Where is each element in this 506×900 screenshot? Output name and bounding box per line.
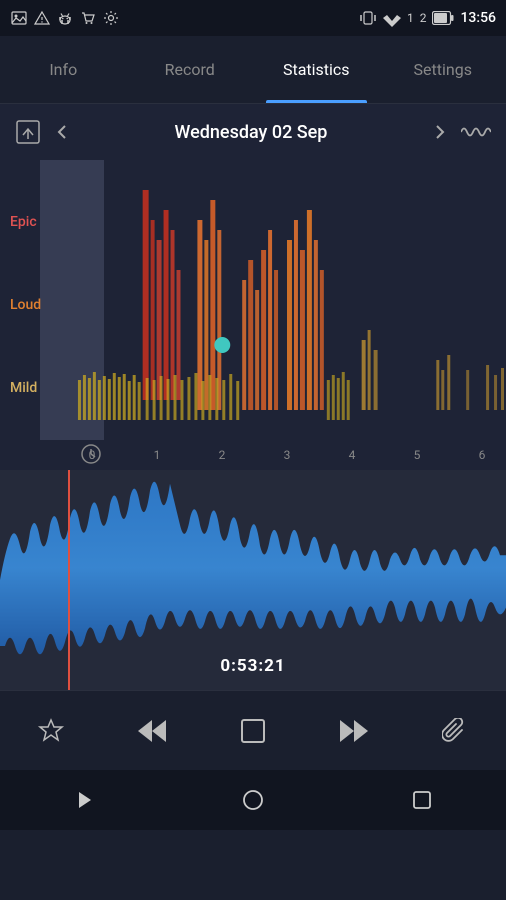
tab-bar: Info Record Statistics Settings <box>0 36 506 104</box>
home-button[interactable] <box>228 775 278 825</box>
playback-position-line <box>68 470 70 690</box>
attach-button[interactable] <box>429 705 481 757</box>
prev-date-button[interactable] <box>44 114 80 150</box>
status-icons-left <box>10 9 120 27</box>
stop-button[interactable] <box>227 705 279 757</box>
x-label-6: 6 <box>468 448 496 462</box>
status-bar: 1 2 13:56 <box>0 0 506 36</box>
chart-area: Epic Loud Mild <box>0 160 506 470</box>
tab-settings[interactable]: Settings <box>380 36 506 103</box>
forward-button[interactable] <box>328 705 380 757</box>
date-title: Wednesday 02 Sep <box>80 122 422 143</box>
tab-record[interactable]: Record <box>127 36 254 103</box>
bottom-nav <box>0 770 506 830</box>
toolbar <box>0 690 506 770</box>
chart-x-axis: 0 1 2 3 4 5 6 <box>68 440 506 470</box>
date-nav: Wednesday 02 Sep <box>0 104 506 160</box>
gear-icon <box>102 9 120 27</box>
tab-statistics[interactable]: Statistics <box>253 36 380 103</box>
android-icon <box>56 9 74 27</box>
rewind-button[interactable] <box>126 705 178 757</box>
x-label-2: 2 <box>208 448 236 462</box>
wave-toggle-button[interactable] <box>458 114 494 150</box>
next-date-button[interactable] <box>422 114 458 150</box>
recent-button[interactable] <box>397 775 447 825</box>
x-label-5: 5 <box>403 448 431 462</box>
timestamp: 0:53:21 <box>220 656 285 676</box>
image-icon <box>10 9 28 27</box>
x-label-3: 3 <box>273 448 301 462</box>
time-display: 13:56 <box>460 10 496 26</box>
x-label-1: 1 <box>143 448 171 462</box>
chart-labels: Epic Loud Mild <box>0 160 68 440</box>
status-info-right: 1 2 13:56 <box>359 9 496 27</box>
alert-icon <box>33 9 51 27</box>
x-label-4: 4 <box>338 448 366 462</box>
tab-info[interactable]: Info <box>0 36 127 103</box>
chart-label-mild: Mild <box>10 380 68 396</box>
signal-1-icon: 1 <box>407 11 414 25</box>
vibrate-icon <box>359 9 377 27</box>
signal-2-icon: 2 <box>420 11 427 25</box>
wifi-icon <box>383 9 401 27</box>
waveform-area[interactable]: 0:53:21 <box>0 470 506 690</box>
export-button[interactable] <box>12 116 44 148</box>
back-button[interactable] <box>59 775 109 825</box>
shopping-icon <box>79 9 97 27</box>
chart-label-loud: Loud <box>10 297 68 313</box>
star-button[interactable] <box>25 705 77 757</box>
chart-svg-container <box>68 160 506 440</box>
battery-icon <box>432 11 454 25</box>
chart-label-epic: Epic <box>10 214 68 230</box>
clock-icon <box>80 443 102 465</box>
